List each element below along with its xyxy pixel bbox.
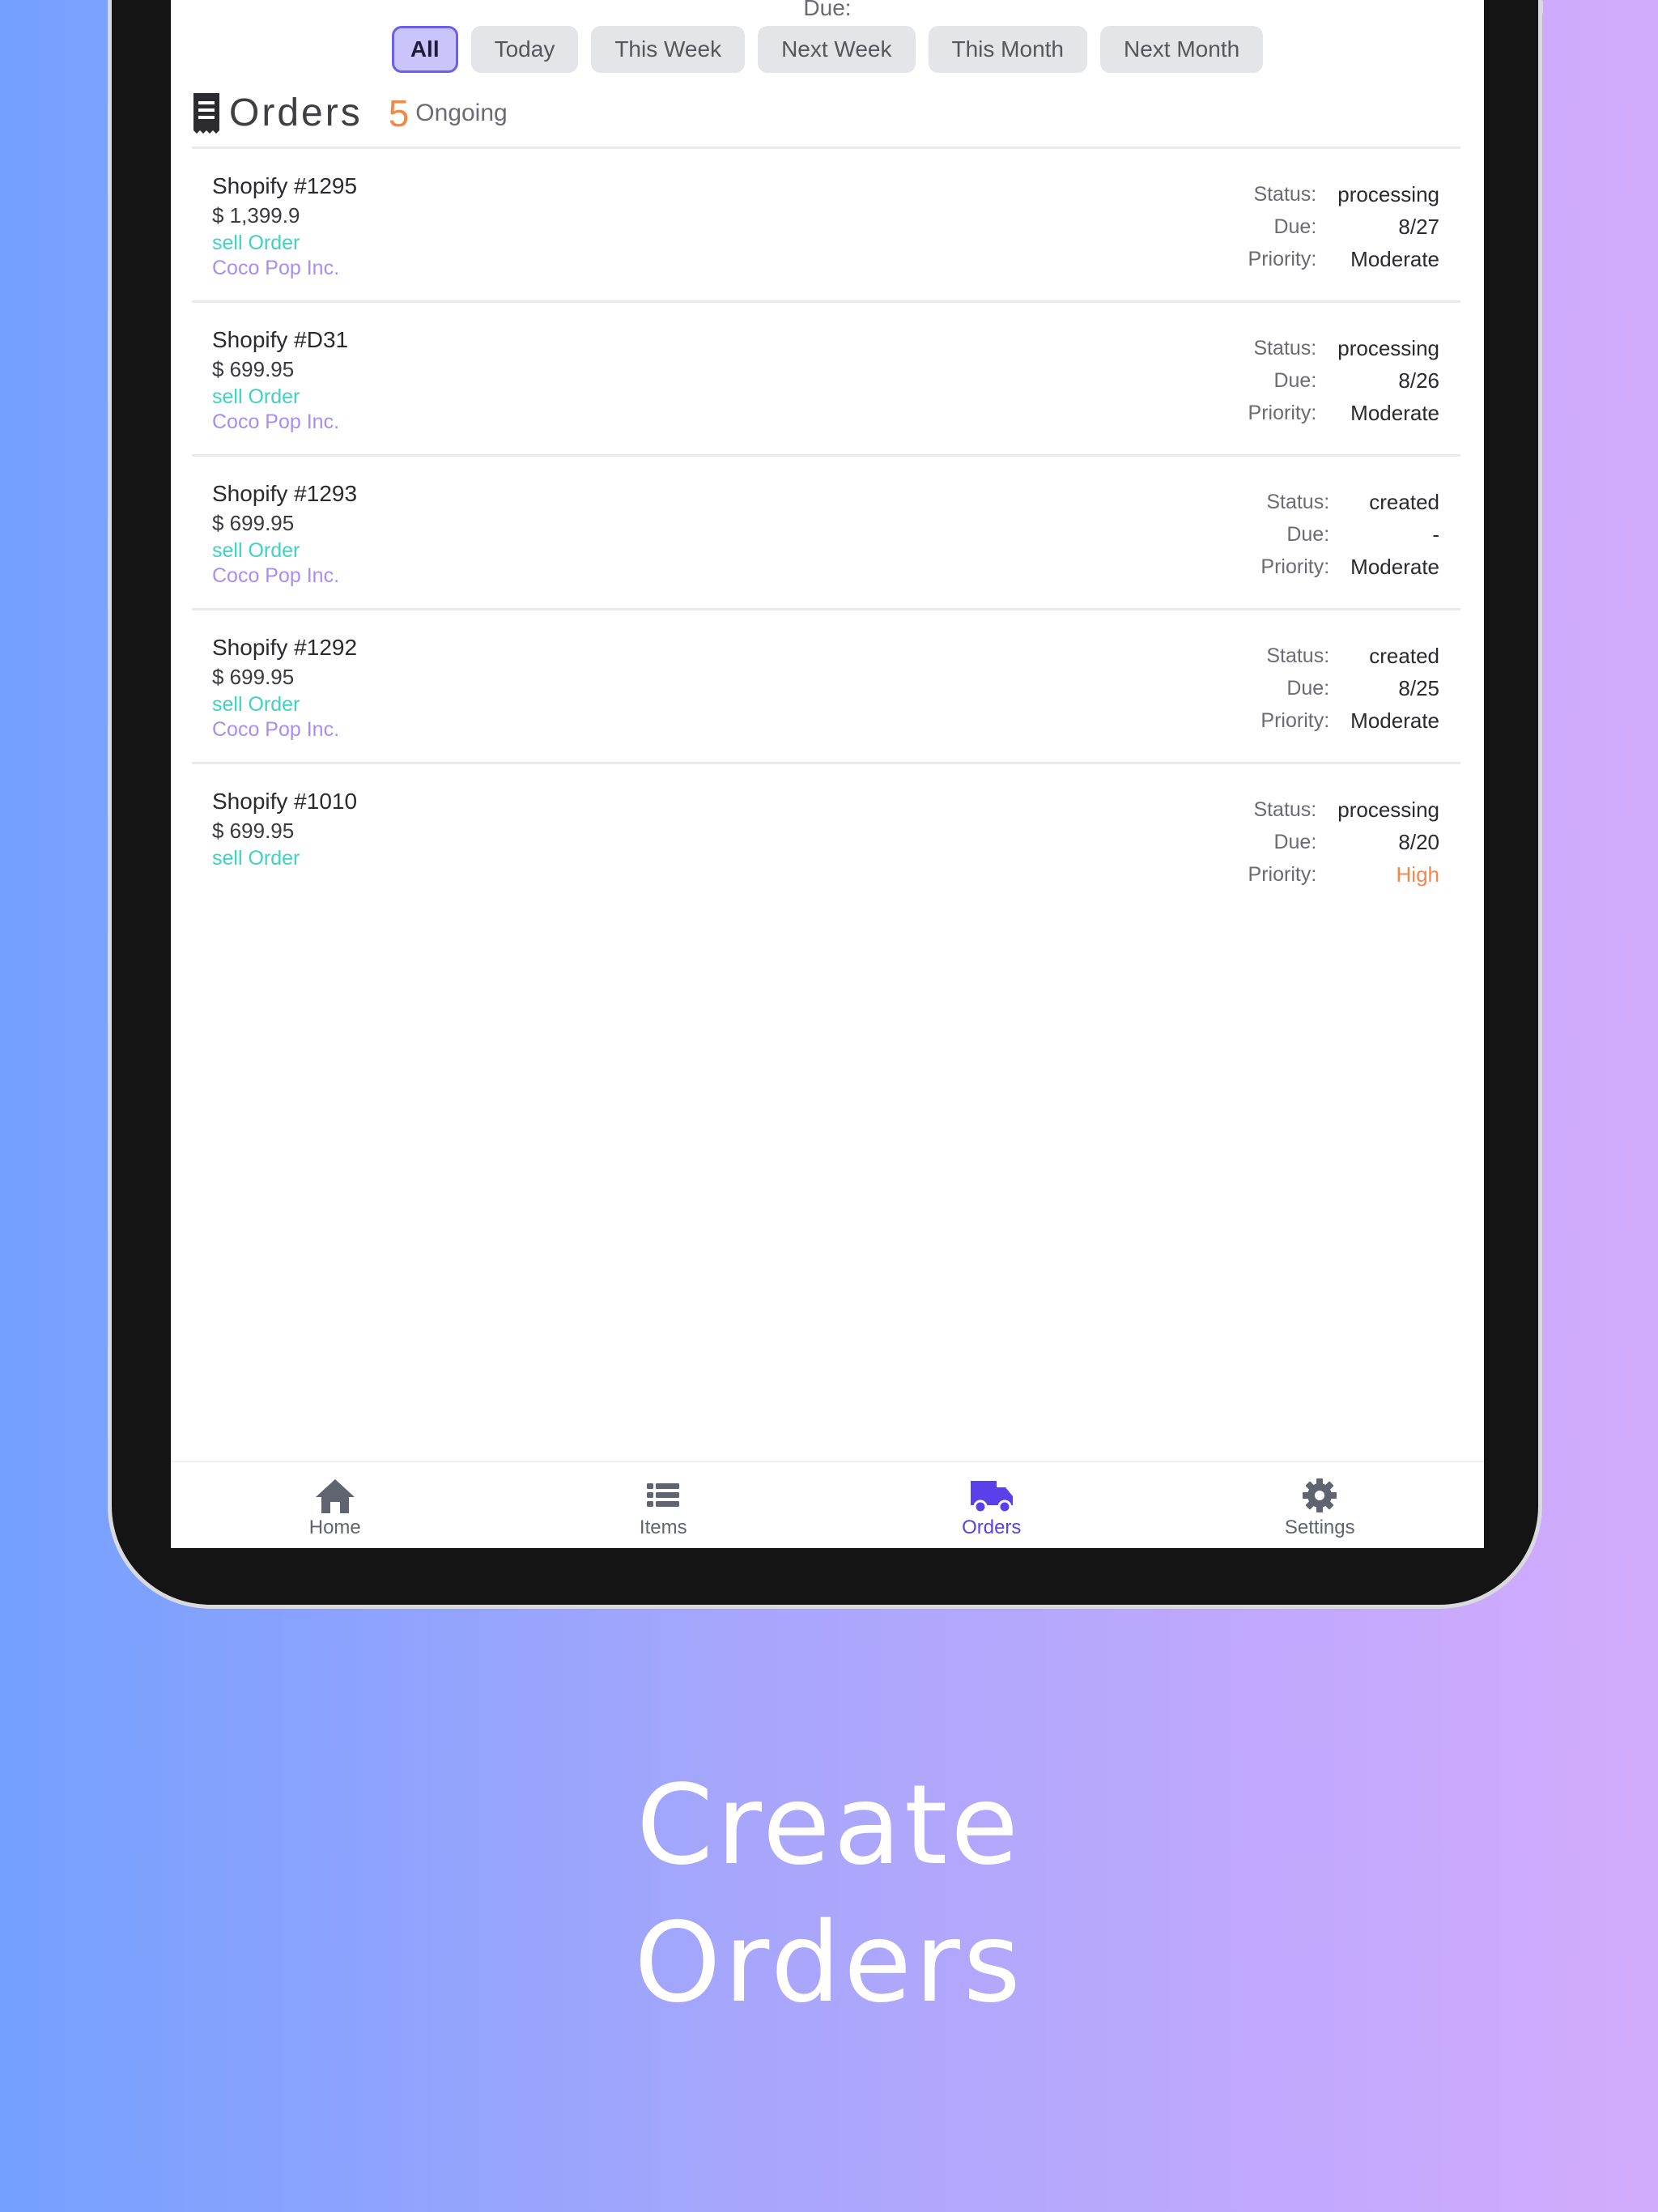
gear-icon	[1303, 1478, 1337, 1512]
order-company: Coco Pop Inc.	[212, 564, 340, 587]
promo-tagline: Create Orders	[0, 1757, 1658, 2032]
order-price: $ 699.95	[212, 819, 295, 843]
app-screen: Due: All Today This Week Next Week This …	[171, 0, 1484, 1548]
priority-label: Priority:	[1261, 709, 1330, 732]
priority-label: Priority:	[1261, 555, 1330, 578]
order-status: created	[1369, 644, 1439, 668]
order-company: Coco Pop Inc.	[212, 718, 340, 741]
list-icon	[647, 1483, 680, 1507]
order-type: sell Order	[212, 693, 300, 716]
order-row[interactable]: Shopify #1295 $ 1,399.9 sell Order Coco …	[192, 147, 1460, 300]
status-label: Status:	[1253, 337, 1317, 359]
order-due: 8/20	[1398, 830, 1439, 854]
page-title: Orders	[229, 91, 363, 134]
order-due: -	[1432, 522, 1439, 547]
order-due: 8/26	[1398, 368, 1439, 393]
order-row[interactable]: Shopify #1293 $ 699.95 sell Order Coco P…	[192, 454, 1460, 608]
order-company: Coco Pop Inc.	[212, 257, 340, 279]
status-label: Status:	[1266, 491, 1330, 513]
nav-settings[interactable]: Settings	[1156, 1462, 1485, 1548]
tagline-line-2: Orders	[634, 1899, 1024, 2027]
order-price: $ 699.95	[212, 511, 295, 535]
order-priority: Moderate	[1350, 555, 1439, 579]
order-name: Shopify #D31	[212, 327, 349, 352]
order-name: Shopify #1292	[212, 635, 358, 660]
receipt-icon	[193, 92, 219, 134]
order-priority: Moderate	[1350, 401, 1439, 425]
status-label: Status:	[1266, 644, 1330, 667]
order-name: Shopify #1293	[212, 481, 358, 506]
order-status: processing	[1337, 798, 1439, 822]
filter-chip-next-month[interactable]: Next Month	[1100, 26, 1264, 73]
nav-orders[interactable]: Orders	[827, 1462, 1156, 1548]
order-priority: Moderate	[1350, 247, 1439, 271]
due-label: Due:	[1273, 215, 1317, 238]
order-name: Shopify #1295	[212, 173, 358, 198]
priority-label: Priority:	[1248, 402, 1317, 424]
order-company: Coco Pop Inc.	[212, 410, 340, 433]
order-due: 8/27	[1398, 215, 1439, 239]
order-type: sell Order	[212, 847, 300, 870]
ongoing-label: Ongoing	[415, 99, 508, 126]
order-status: created	[1369, 490, 1439, 514]
nav-orders-label: Orders	[962, 1516, 1022, 1538]
ongoing-count: 5	[388, 91, 410, 134]
order-priority: High	[1396, 862, 1439, 887]
order-price: $ 699.95	[212, 357, 295, 381]
home-icon	[315, 1479, 355, 1513]
order-type: sell Order	[212, 539, 300, 562]
order-type: sell Order	[212, 232, 300, 254]
due-label: Due:	[1286, 677, 1330, 700]
due-label: Due:	[1286, 523, 1330, 546]
due-label: Due:	[1273, 831, 1317, 853]
filter-chip-this-month[interactable]: This Month	[928, 26, 1087, 73]
order-row[interactable]: Shopify #1010 $ 699.95 sell Order Status…	[192, 762, 1460, 916]
nav-items-label: Items	[639, 1516, 687, 1538]
filter-chip-today[interactable]: Today	[470, 26, 579, 73]
nav-items[interactable]: Items	[500, 1462, 828, 1548]
tagline-line-1: Create	[636, 1762, 1022, 1890]
tablet-side-button	[1538, 0, 1543, 15]
priority-label: Priority:	[1248, 863, 1317, 886]
order-price: $ 1,399.9	[212, 203, 300, 228]
due-label: Due:	[1273, 369, 1317, 392]
order-status: processing	[1337, 182, 1439, 206]
filter-chip-this-week[interactable]: This Week	[591, 26, 746, 73]
filter-chip-next-week[interactable]: Next Week	[758, 26, 916, 73]
filter-chip-all[interactable]: All	[391, 26, 458, 73]
status-label: Status:	[1253, 183, 1317, 206]
nav-home-label: Home	[308, 1516, 361, 1538]
bottom-nav: Home Items Orders Settings	[171, 1461, 1484, 1548]
due-filter-label: Due:	[803, 0, 852, 20]
nav-settings-label: Settings	[1284, 1516, 1355, 1538]
truck-icon	[970, 1481, 1013, 1514]
order-status: processing	[1337, 336, 1439, 360]
order-due: 8/25	[1398, 676, 1439, 700]
status-label: Status:	[1253, 798, 1317, 821]
orders-list: Shopify #1295 $ 1,399.9 sell Order Coco …	[192, 147, 1460, 916]
order-name: Shopify #1010	[212, 789, 358, 814]
due-filter-chips: All Today This Week Next Week This Month…	[171, 26, 1484, 73]
order-row[interactable]: Shopify #D31 $ 699.95 sell Order Coco Po…	[192, 300, 1460, 454]
order-priority: Moderate	[1350, 708, 1439, 733]
orders-header: Orders 5 Ongoing	[192, 91, 508, 135]
order-row[interactable]: Shopify #1292 $ 699.95 sell Order Coco P…	[192, 608, 1460, 762]
priority-label: Priority:	[1248, 248, 1317, 270]
order-price: $ 699.95	[212, 665, 295, 689]
order-type: sell Order	[212, 385, 300, 408]
nav-home[interactable]: Home	[171, 1462, 500, 1548]
